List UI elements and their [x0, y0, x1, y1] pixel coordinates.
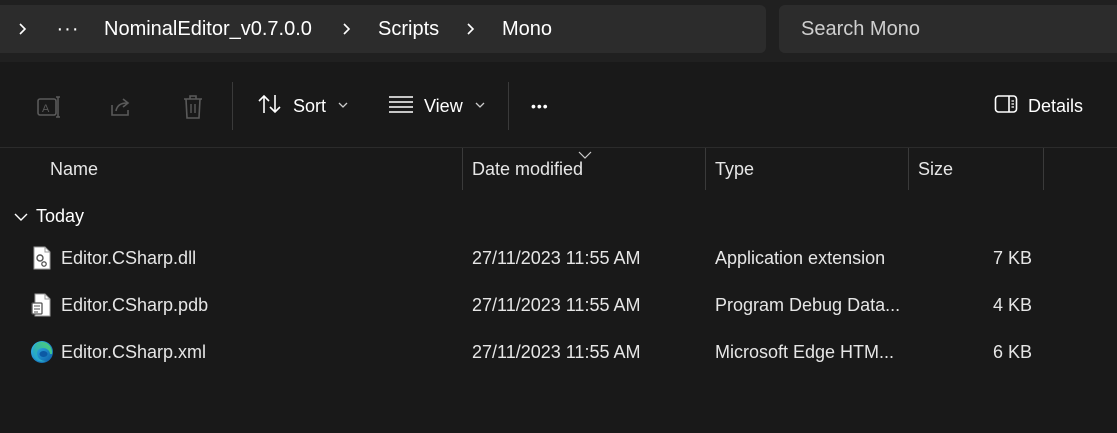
file-type: Microsoft Edge HTM...	[715, 342, 895, 362]
file-name: Editor.CSharp.dll	[61, 248, 197, 268]
search-input[interactable]	[779, 5, 1117, 53]
chevron-down-icon	[338, 100, 348, 112]
table-row[interactable]: Editor.CSharp.dll 27/11/2023 11:55 AM Ap…	[0, 236, 1117, 280]
chevron-right-icon[interactable]	[338, 5, 354, 53]
chevron-down-icon	[475, 100, 485, 112]
breadcrumb-item-scripts[interactable]: Scripts	[378, 5, 439, 53]
more-icon: •••	[531, 98, 549, 114]
sort-label: Sort	[293, 95, 327, 116]
file-size: 7 KB	[992, 248, 1032, 268]
file-type: Program Debug Data...	[715, 295, 900, 315]
search-box[interactable]	[779, 5, 1117, 53]
view-label: View	[424, 95, 463, 116]
file-type: Application extension	[715, 248, 886, 268]
chevron-right-icon[interactable]	[462, 5, 478, 53]
column-divider[interactable]	[462, 148, 463, 190]
details-pane-button[interactable]: Details	[994, 88, 1083, 124]
address-bar-row: ··· NominalEditor_v0.7.0.0 Scripts Mono	[0, 0, 1117, 62]
file-name: Editor.CSharp.xml	[61, 342, 207, 362]
dll-file-icon	[30, 246, 54, 270]
column-type-header[interactable]: Type	[715, 148, 754, 190]
share-icon[interactable]	[106, 92, 136, 122]
delete-icon[interactable]	[178, 92, 208, 122]
details-label: Details	[1028, 95, 1084, 116]
group-header-today[interactable]: Today	[14, 202, 84, 230]
chevron-right-icon[interactable]	[14, 5, 30, 53]
group-label: Today	[36, 205, 85, 226]
file-date: 27/11/2023 11:55 AM	[472, 342, 641, 362]
column-size-header[interactable]: Size	[918, 148, 953, 190]
details-pane-icon	[994, 94, 1018, 119]
table-row[interactable]: Editor.CSharp.pdb 27/11/2023 11:55 AM Pr…	[0, 283, 1117, 327]
view-button[interactable]: View	[388, 88, 485, 124]
file-size: 4 KB	[992, 295, 1032, 315]
column-divider[interactable]	[1043, 148, 1044, 190]
command-bar: A Sort View ••• Details	[0, 64, 1117, 148]
rename-icon[interactable]: A	[34, 92, 64, 122]
file-date: 27/11/2023 11:55 AM	[472, 295, 641, 315]
chevron-down-icon[interactable]	[14, 206, 28, 227]
breadcrumb-item-nominaleditor[interactable]: NominalEditor_v0.7.0.0	[104, 5, 312, 53]
sort-icon	[257, 93, 283, 120]
breadcrumb-item-mono[interactable]: Mono	[502, 5, 552, 53]
file-date: 27/11/2023 11:55 AM	[472, 248, 641, 268]
edge-icon	[30, 340, 54, 364]
breadcrumb-overflow-button[interactable]: ···	[56, 5, 80, 53]
column-date-header[interactable]: Date modified	[472, 148, 583, 190]
column-divider[interactable]	[908, 148, 909, 190]
view-icon	[388, 95, 414, 118]
more-options-button[interactable]: •••	[531, 88, 549, 124]
column-header: Name Date modified Type Size	[0, 148, 1117, 190]
file-name: Editor.CSharp.pdb	[61, 295, 209, 315]
toolbar-divider	[508, 82, 509, 130]
file-size: 6 KB	[992, 342, 1032, 362]
svg-text:A: A	[42, 103, 50, 115]
toolbar-divider	[232, 82, 233, 130]
column-divider[interactable]	[705, 148, 706, 190]
breadcrumb[interactable]: ··· NominalEditor_v0.7.0.0 Scripts Mono	[0, 5, 766, 53]
column-name-header[interactable]: Name	[50, 148, 98, 190]
table-row[interactable]: Editor.CSharp.xml 27/11/2023 11:55 AM Mi…	[0, 330, 1117, 374]
pdb-file-icon	[30, 293, 54, 317]
sort-button[interactable]: Sort	[257, 88, 348, 124]
